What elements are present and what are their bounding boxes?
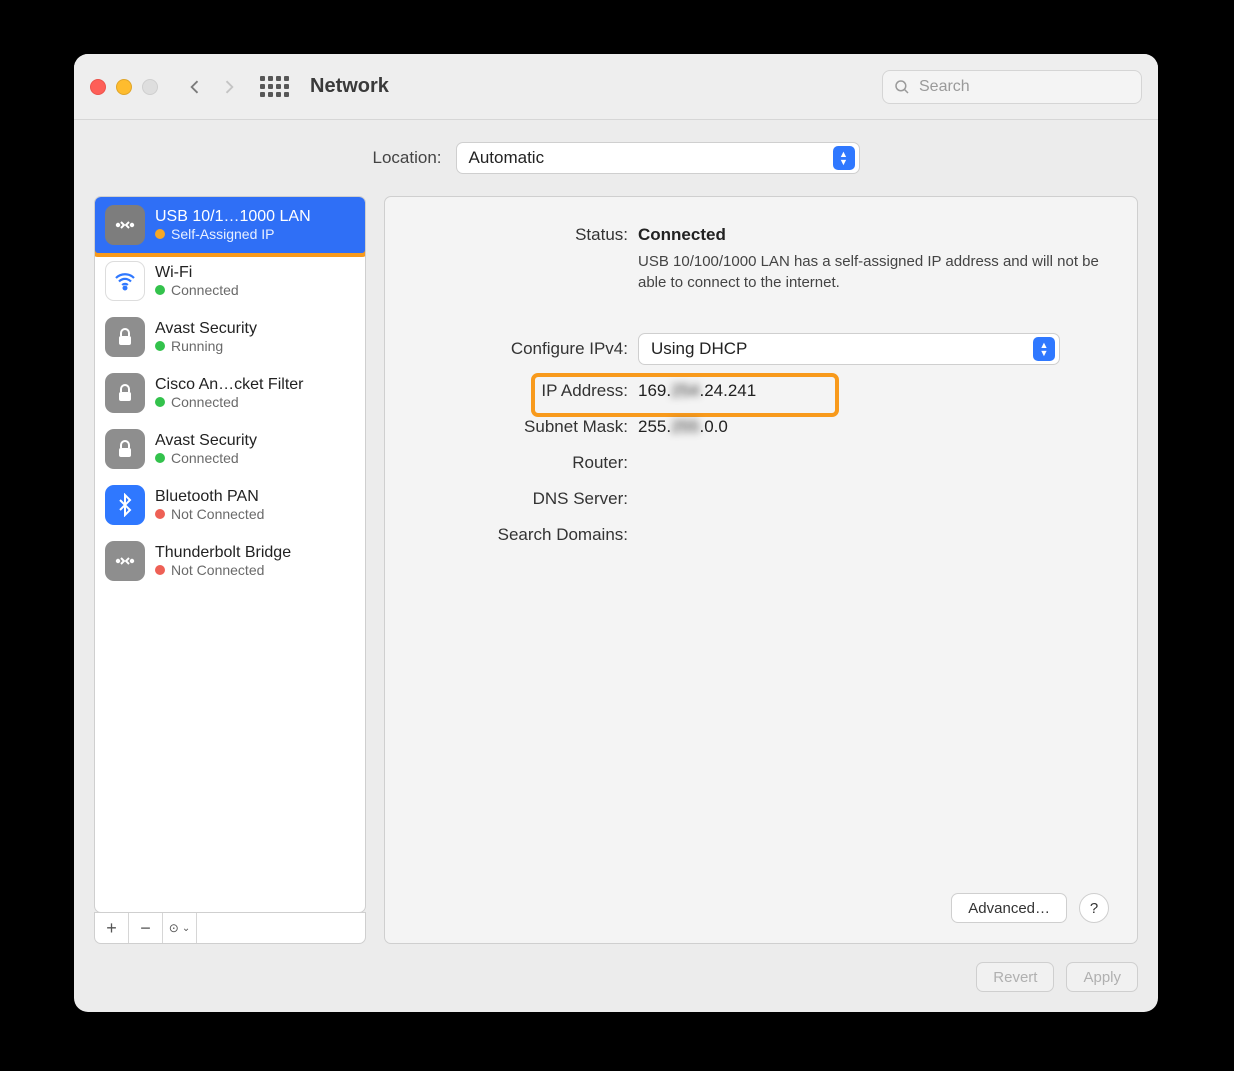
close-window-button[interactable] (90, 79, 106, 95)
ip-address-value: 169.254.24.241 (638, 381, 1109, 401)
sidebar-item-title: Cisco An…cket Filter (155, 376, 355, 394)
chevron-right-icon (219, 77, 239, 97)
sidebar-item-title: Avast Security (155, 432, 355, 450)
select-stepper-icon: ▲▼ (1033, 337, 1055, 361)
sidebar-item-cisco[interactable]: Cisco An…cket Filter Connected (95, 365, 365, 421)
advanced-button[interactable]: Advanced… (951, 893, 1067, 923)
lock-icon (105, 317, 145, 357)
minimize-window-button[interactable] (116, 79, 132, 95)
show-all-preferences-button[interactable] (260, 73, 288, 101)
lock-icon (105, 373, 145, 413)
search-domains-label: Search Domains: (413, 525, 638, 545)
dns-server-label: DNS Server: (413, 489, 638, 509)
footer: Revert Apply (94, 944, 1138, 992)
sidebar-controls-spacer (197, 913, 365, 943)
sidebar-item-bluetooth[interactable]: Bluetooth PAN Not Connected (95, 477, 365, 533)
ethernet-icon (105, 541, 145, 581)
sidebar-item-status: Not Connected (171, 562, 264, 578)
sidebar-item-status: Running (171, 338, 223, 354)
subnet-mask-label: Subnet Mask: (413, 417, 638, 437)
remove-interface-button[interactable]: − (129, 913, 163, 943)
configure-ipv4-label: Configure IPv4: (413, 339, 638, 359)
sidebar-item-status: Connected (171, 282, 239, 298)
main-row: USB 10/1…1000 LAN Self-Assigned IP Wi-Fi (94, 196, 1138, 944)
zoom-window-button (142, 79, 158, 95)
revert-button: Revert (976, 962, 1054, 992)
network-preferences-window: Network Location: Automatic ▲▼ (74, 54, 1158, 1012)
wifi-icon (105, 261, 145, 301)
subnet-mask-value: 255.255.0.0 (638, 417, 1109, 437)
window-controls (90, 79, 158, 95)
ethernet-icon (105, 205, 145, 245)
select-stepper-icon: ▲▼ (833, 146, 855, 170)
window-title: Network (310, 75, 389, 98)
interface-actions-menu[interactable]: ⊙⌄ (163, 913, 197, 943)
sidebar-item-avast-1[interactable]: Avast Security Running (95, 309, 365, 365)
sidebar-item-status: Not Connected (171, 506, 264, 522)
configure-ipv4-value: Using DHCP (651, 339, 747, 359)
sidebar-item-wifi[interactable]: Wi-Fi Connected (95, 253, 365, 309)
chevron-left-icon (185, 77, 205, 97)
location-row: Location: Automatic ▲▼ (94, 142, 1138, 174)
status-label: Status: (413, 225, 638, 245)
search-icon (893, 78, 911, 96)
status-description: USB 10/100/1000 LAN has a self-assigned … (638, 251, 1109, 293)
detail-pane: Status: Connected USB 10/100/1000 LAN ha… (384, 196, 1138, 944)
status-value: Connected (638, 225, 1109, 245)
sidebar-item-avast-2[interactable]: Avast Security Connected (95, 421, 365, 477)
help-button[interactable]: ? (1079, 893, 1109, 923)
content-area: Location: Automatic ▲▼ (74, 120, 1158, 1012)
search-field[interactable] (882, 70, 1142, 104)
location-select[interactable]: Automatic ▲▼ (456, 142, 860, 174)
ip-address-label: IP Address: (413, 381, 638, 401)
sidebar-item-title: Wi-Fi (155, 264, 355, 282)
location-value: Automatic (469, 148, 545, 168)
sidebar-item-usb-lan[interactable]: USB 10/1…1000 LAN Self-Assigned IP (95, 197, 365, 253)
lock-icon (105, 429, 145, 469)
sidebar-item-title: Bluetooth PAN (155, 488, 355, 506)
network-interfaces-list: USB 10/1…1000 LAN Self-Assigned IP Wi-Fi (94, 196, 366, 913)
sidebar-controls: + − ⊙⌄ (94, 912, 366, 944)
sidebar-container: USB 10/1…1000 LAN Self-Assigned IP Wi-Fi (94, 196, 366, 944)
apply-button: Apply (1066, 962, 1138, 992)
toolbar: Network (74, 54, 1158, 120)
add-interface-button[interactable]: + (95, 913, 129, 943)
sidebar-item-status: Connected (171, 450, 239, 466)
bluetooth-icon (105, 485, 145, 525)
location-label: Location: (373, 148, 442, 168)
router-label: Router: (413, 453, 638, 473)
search-input[interactable] (919, 78, 1131, 96)
sidebar-item-title: Avast Security (155, 320, 355, 338)
sidebar-item-thunderbolt[interactable]: Thunderbolt Bridge Not Connected (95, 533, 365, 589)
sidebar-item-title: Thunderbolt Bridge (155, 544, 355, 562)
forward-button (216, 71, 242, 103)
configure-ipv4-select[interactable]: Using DHCP ▲▼ (638, 333, 1060, 365)
back-button[interactable] (182, 71, 208, 103)
sidebar-item-status: Connected (171, 394, 239, 410)
sidebar-item-status: Self-Assigned IP (171, 226, 275, 242)
sidebar-item-title: USB 10/1…1000 LAN (155, 208, 355, 226)
